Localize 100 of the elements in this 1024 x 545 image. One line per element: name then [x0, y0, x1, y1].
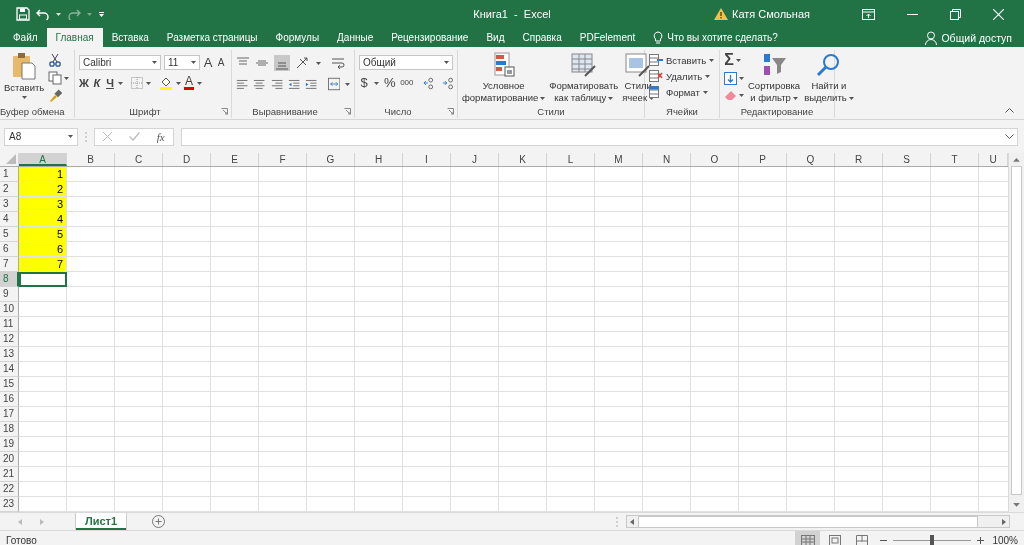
column-header[interactable]: F: [259, 153, 307, 166]
ribbon-tab[interactable]: Вид: [477, 28, 514, 47]
percent-button[interactable]: %: [384, 76, 396, 90]
zoom-in-icon[interactable]: [977, 536, 985, 544]
column-header[interactable]: I: [403, 153, 451, 166]
column-header[interactable]: T: [931, 153, 979, 166]
autosum-button[interactable]: Σ: [724, 53, 734, 67]
wrap-text-icon[interactable]: [331, 56, 345, 70]
delete-cells-button[interactable]: Удалить: [649, 70, 715, 82]
column-header[interactable]: D: [163, 153, 211, 166]
format-cells-button[interactable]: Формат: [649, 86, 715, 98]
insert-cells-button[interactable]: Вставить: [649, 54, 715, 66]
scroll-up-icon[interactable]: [1013, 158, 1020, 162]
align-left-icon[interactable]: [236, 78, 249, 90]
ribbon-tab[interactable]: Разметка страницы: [157, 28, 267, 47]
ribbon-tab[interactable]: Файл: [4, 28, 47, 47]
row-header[interactable]: 21: [0, 467, 19, 482]
fill-color-icon[interactable]: [159, 76, 173, 90]
column-header[interactable]: N: [643, 153, 691, 166]
increase-font-button[interactable]: A: [203, 55, 213, 70]
collapse-ribbon-icon[interactable]: [1005, 108, 1014, 113]
launcher-icon[interactable]: [344, 107, 351, 115]
vertical-scrollbar[interactable]: [1008, 153, 1024, 512]
close-icon[interactable]: [993, 8, 1004, 20]
active-cell[interactable]: [19, 272, 67, 287]
table-cell[interactable]: 4: [19, 212, 67, 227]
table-cell[interactable]: 6: [19, 242, 67, 257]
table-cell[interactable]: 5: [19, 227, 67, 242]
conditional-formatting-button[interactable]: Условное форматирование: [462, 50, 546, 104]
scroll-down-icon[interactable]: [1013, 503, 1020, 507]
row-header[interactable]: 2: [0, 182, 19, 197]
row-header[interactable]: 13: [0, 347, 19, 362]
table-cell[interactable]: 1: [19, 167, 67, 182]
formula-input[interactable]: [181, 127, 1018, 146]
column-header[interactable]: G: [307, 153, 355, 166]
row-header[interactable]: 17: [0, 407, 19, 422]
slider-thumb[interactable]: [930, 534, 935, 545]
ribbon-tab[interactable]: Формулы: [266, 28, 329, 47]
ribbon-tab[interactable]: Справка: [513, 28, 571, 47]
sheet-tab[interactable]: Лист1: [76, 513, 127, 530]
ribbon-display-icon[interactable]: [862, 8, 875, 20]
row-header[interactable]: 5: [0, 227, 19, 242]
ribbon-tab[interactable]: Данные: [328, 28, 383, 47]
scroll-left-icon[interactable]: [630, 518, 634, 525]
add-sheet-icon[interactable]: [152, 515, 166, 528]
row-header[interactable]: 22: [0, 482, 19, 497]
column-header[interactable]: Q: [787, 153, 835, 166]
launcher-icon[interactable]: [447, 107, 454, 115]
launcher-icon[interactable]: [221, 107, 228, 115]
insert-function-button[interactable]: fx: [156, 130, 165, 143]
increase-decimal-icon[interactable]: [423, 76, 436, 90]
column-header[interactable]: K: [499, 153, 547, 166]
font-name-field[interactable]: Calibri: [79, 55, 161, 70]
merge-cells-icon[interactable]: [327, 77, 340, 91]
scroll-right-icon[interactable]: [1002, 518, 1006, 525]
font-size-field[interactable]: 11: [164, 55, 200, 70]
column-header[interactable]: H: [355, 153, 403, 166]
column-header[interactable]: A: [19, 153, 67, 166]
decrease-font-button[interactable]: A: [216, 55, 226, 70]
check-icon[interactable]: [129, 132, 140, 141]
row-header[interactable]: 14: [0, 362, 19, 377]
customize-icon[interactable]: [98, 10, 105, 18]
row-header[interactable]: 10: [0, 302, 19, 317]
row-header[interactable]: 8: [0, 272, 19, 287]
column-header[interactable]: R: [835, 153, 883, 166]
ribbon-tab[interactable]: Вставка: [102, 28, 158, 47]
format-table-button[interactable]: Форматировать как таблицу: [549, 50, 619, 104]
row-header[interactable]: 11: [0, 317, 19, 332]
font-color-button[interactable]: A: [184, 76, 194, 90]
ribbon-tab[interactable]: Рецензирование: [382, 28, 478, 47]
paste-button[interactable]: Вставить: [4, 50, 45, 104]
scissors-icon[interactable]: [48, 53, 63, 67]
row-header[interactable]: 23: [0, 497, 19, 512]
column-header[interactable]: J: [451, 153, 499, 166]
column-header[interactable]: P: [739, 153, 787, 166]
table-cell[interactable]: 7: [19, 257, 67, 272]
ribbon-tab[interactable]: Главная: [46, 28, 103, 47]
thousands-button[interactable]: 000: [400, 76, 413, 90]
column-header[interactable]: L: [547, 153, 595, 166]
decrease-decimal-icon[interactable]: [440, 76, 453, 90]
increase-indent-icon[interactable]: [305, 78, 318, 90]
bold-button[interactable]: Ж: [79, 76, 89, 90]
ribbon-tab[interactable]: PDFelement: [570, 28, 645, 47]
expand-icon[interactable]: [1005, 134, 1014, 139]
orientation-icon[interactable]: [295, 56, 311, 70]
sort-filter-button[interactable]: Сортировка и фильтр: [748, 50, 801, 104]
row-header[interactable]: 6: [0, 242, 19, 257]
decrease-indent-icon[interactable]: [288, 78, 301, 90]
name-box[interactable]: A8: [4, 127, 78, 146]
number-format-field[interactable]: Общий: [359, 55, 453, 70]
normal-view-button[interactable]: [795, 531, 821, 545]
row-header[interactable]: 1: [0, 167, 19, 182]
column-header[interactable]: E: [211, 153, 259, 166]
eraser-icon[interactable]: [724, 90, 737, 101]
row-header[interactable]: 16: [0, 392, 19, 407]
save-icon[interactable]: [16, 7, 30, 21]
row-header[interactable]: 9: [0, 287, 19, 302]
underline-button[interactable]: Ч: [105, 76, 115, 90]
table-cell[interactable]: 2: [19, 182, 67, 197]
currency-button[interactable]: $: [359, 76, 369, 90]
